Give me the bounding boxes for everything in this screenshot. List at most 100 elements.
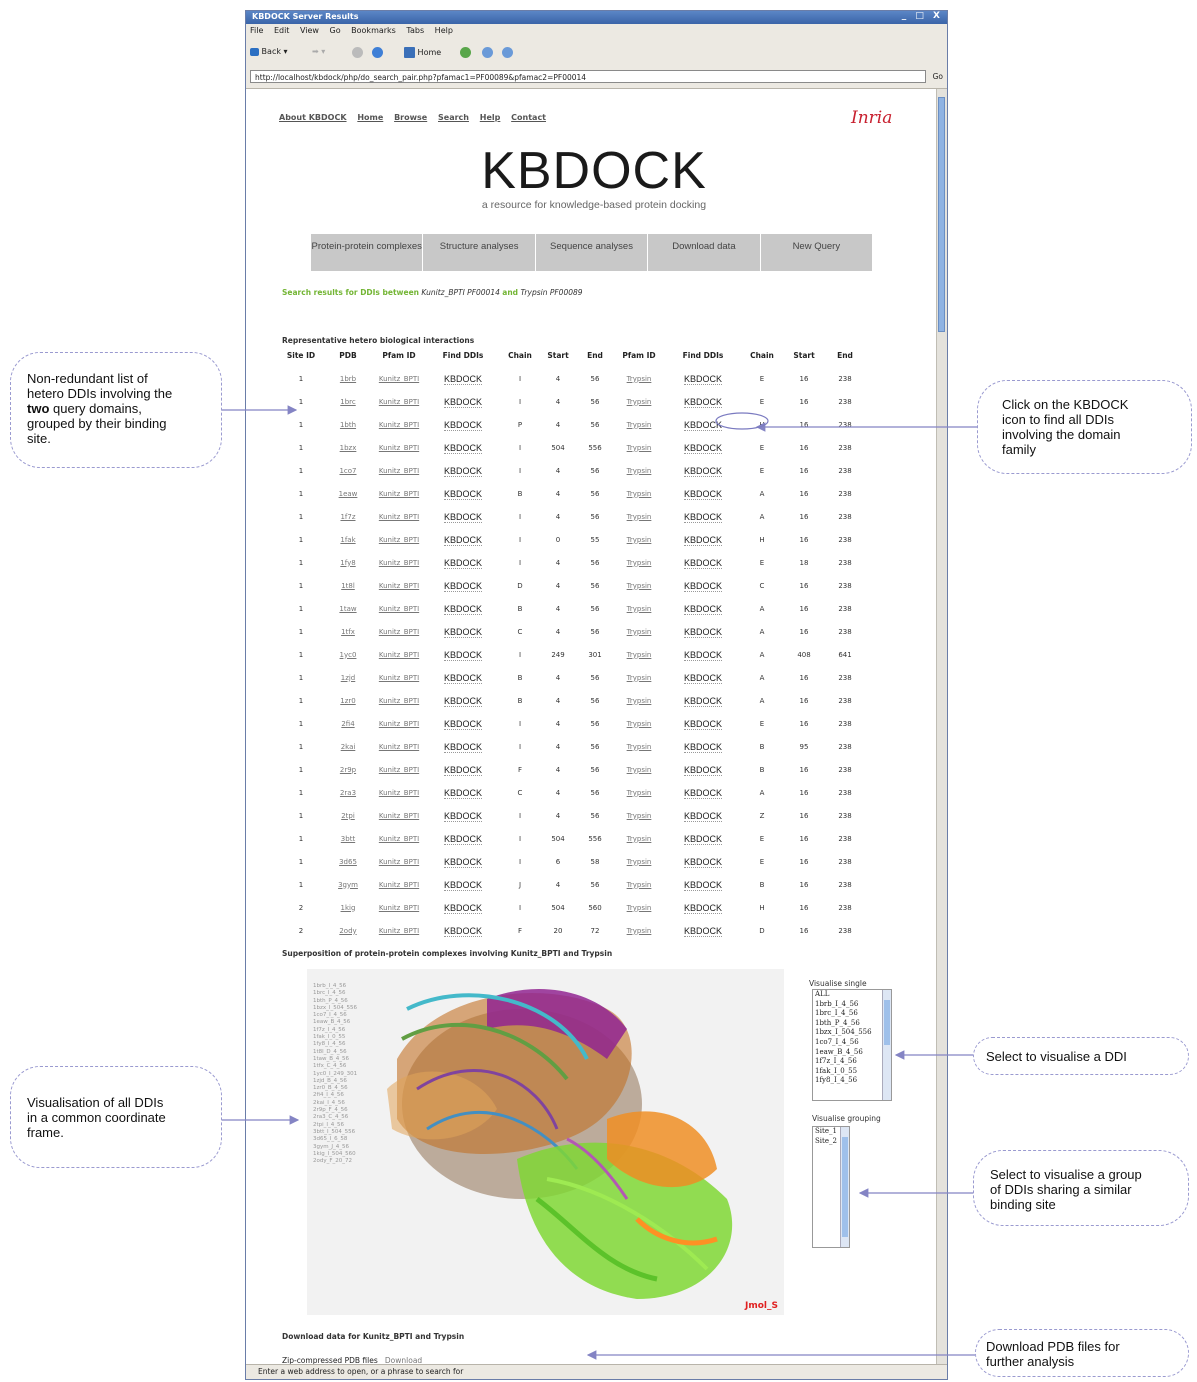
kbdock-button[interactable]: KBDOCK <box>683 695 722 707</box>
kbdock-button[interactable]: KBDOCK <box>443 741 482 753</box>
kbdock-button[interactable]: KBDOCK <box>683 764 722 776</box>
single-option[interactable]: 1co7_I_4_56 <box>813 1038 891 1048</box>
group-list-thumb[interactable] <box>842 1137 848 1237</box>
pfam-link[interactable]: Kunitz_BPTI <box>379 490 419 498</box>
pfam-link[interactable]: Trypsin <box>627 720 652 728</box>
tab-new-query[interactable]: New Query <box>760 234 873 271</box>
pfam-link[interactable]: Trypsin <box>627 513 652 521</box>
kbdock-button[interactable]: KBDOCK <box>683 442 722 454</box>
single-list-scrollbar[interactable] <box>882 990 891 1100</box>
single-option[interactable]: 1eaw_B_4_56 <box>813 1048 891 1058</box>
pfam-link[interactable]: Kunitz_BPTI <box>379 628 419 636</box>
stop-button[interactable] <box>352 47 363 58</box>
pfam-link[interactable]: Trypsin <box>627 375 652 383</box>
menu-edit[interactable]: Edit <box>274 26 290 35</box>
pfam-link[interactable]: Kunitz_BPTI <box>379 421 419 429</box>
pfam-link[interactable]: Trypsin <box>627 927 652 935</box>
single-option[interactable]: 1fy8_I_4_56 <box>813 1076 891 1086</box>
tab-sequence[interactable]: Sequence analyses <box>535 234 648 271</box>
kbdock-button[interactable]: KBDOCK <box>443 695 482 707</box>
pfam-link[interactable]: Kunitz_BPTI <box>379 697 419 705</box>
menu-go[interactable]: Go <box>330 26 341 35</box>
kbdock-button[interactable]: KBDOCK <box>683 741 722 753</box>
pdb-link[interactable]: 1fak <box>340 536 355 544</box>
pdb-link[interactable]: 2fi4 <box>341 720 354 728</box>
kbdock-button[interactable]: KBDOCK <box>443 419 482 431</box>
kbdock-button[interactable]: KBDOCK <box>443 649 482 661</box>
pfam-link[interactable]: Kunitz_BPTI <box>379 536 419 544</box>
kbdock-button[interactable]: KBDOCK <box>683 419 722 431</box>
pfam-link[interactable]: Trypsin <box>627 881 652 889</box>
nav-about[interactable]: About KBDOCK <box>279 113 347 122</box>
menu-help[interactable]: Help <box>435 26 453 35</box>
pdb-link[interactable]: 1taw <box>339 605 356 613</box>
kbdock-button[interactable]: KBDOCK <box>443 925 482 937</box>
tab-structure[interactable]: Structure analyses <box>423 234 535 271</box>
pdb-link[interactable]: 1eaw <box>339 490 358 498</box>
pdb-link[interactable]: 1brc <box>340 398 355 406</box>
pfam-link[interactable]: Kunitz_BPTI <box>379 398 419 406</box>
kbdock-button[interactable]: KBDOCK <box>683 373 722 385</box>
kbdock-button[interactable]: KBDOCK <box>443 672 482 684</box>
kbdock-button[interactable]: KBDOCK <box>443 373 482 385</box>
kbdock-button[interactable]: KBDOCK <box>443 787 482 799</box>
pdb-link[interactable]: 2ra3 <box>340 789 356 797</box>
kbdock-button[interactable]: KBDOCK <box>683 718 722 730</box>
pfam-link[interactable]: Trypsin <box>627 743 652 751</box>
nav-home[interactable]: Home <box>357 113 383 122</box>
pdb-link[interactable]: 1kig <box>341 904 356 912</box>
single-option[interactable]: 1fak_I_0_55 <box>813 1067 891 1077</box>
menu-bookmarks[interactable]: Bookmarks <box>351 26 396 35</box>
pfam-link[interactable]: Trypsin <box>627 812 652 820</box>
pdb-link[interactable]: 2tpi <box>341 812 355 820</box>
group-list-scrollbar[interactable] <box>840 1127 849 1247</box>
pfam-link[interactable]: Trypsin <box>627 605 652 613</box>
pfam-link[interactable]: Trypsin <box>627 904 652 912</box>
pdb-link[interactable]: 1f7z <box>340 513 355 521</box>
kbdock-button[interactable]: KBDOCK <box>443 603 482 615</box>
pdb-link[interactable]: 3d65 <box>339 858 357 866</box>
pdb-link[interactable]: 1brb <box>340 375 356 383</box>
pfam-link[interactable]: Trypsin <box>627 789 652 797</box>
menu-view[interactable]: View <box>300 26 319 35</box>
pdb-link[interactable]: 1zjd <box>341 674 356 682</box>
go-button[interactable]: Go <box>933 72 943 81</box>
kbdock-button[interactable]: KBDOCK <box>443 580 482 592</box>
pfam-link[interactable]: Kunitz_BPTI <box>379 927 419 935</box>
kbdock-button[interactable]: KBDOCK <box>443 534 482 546</box>
history-button[interactable] <box>460 47 471 58</box>
kbdock-button[interactable]: KBDOCK <box>443 465 482 477</box>
kbdock-button[interactable]: KBDOCK <box>683 833 722 845</box>
single-option[interactable]: 1bth_P_4_56 <box>813 1019 891 1029</box>
menu-tabs[interactable]: Tabs <box>406 26 424 35</box>
nav-help[interactable]: Help <box>480 113 501 122</box>
pfam-link[interactable]: Kunitz_BPTI <box>379 789 419 797</box>
kbdock-button[interactable]: KBDOCK <box>683 879 722 891</box>
url-input[interactable]: http://localhost/kbdock/php/do_search_pa… <box>250 70 926 83</box>
kbdock-button[interactable]: KBDOCK <box>683 580 722 592</box>
pdb-link[interactable]: 3gym <box>338 881 358 889</box>
kbdock-button[interactable]: KBDOCK <box>683 534 722 546</box>
kbdock-button[interactable]: KBDOCK <box>683 925 722 937</box>
kbdock-button[interactable]: KBDOCK <box>683 396 722 408</box>
reload-button[interactable] <box>372 47 383 58</box>
back-button[interactable]: Back ▾ <box>250 47 288 56</box>
kbdock-button[interactable]: KBDOCK <box>443 626 482 638</box>
menu-file[interactable]: File <box>250 26 263 35</box>
kbdock-button[interactable]: KBDOCK <box>683 511 722 523</box>
kbdock-button[interactable]: KBDOCK <box>683 787 722 799</box>
pfam-link[interactable]: Trypsin <box>627 582 652 590</box>
pdb-link[interactable]: 3btt <box>341 835 355 843</box>
nav-search[interactable]: Search <box>438 113 469 122</box>
pfam-link[interactable]: Kunitz_BPTI <box>379 559 419 567</box>
kbdock-button[interactable]: KBDOCK <box>443 856 482 868</box>
kbdock-button[interactable]: KBDOCK <box>443 902 482 914</box>
kbdock-button[interactable]: KBDOCK <box>683 810 722 822</box>
pfam-link[interactable]: Trypsin <box>627 858 652 866</box>
kbdock-button[interactable]: KBDOCK <box>443 511 482 523</box>
zoom-out-button[interactable] <box>502 47 513 58</box>
pfam-link[interactable]: Kunitz_BPTI <box>379 858 419 866</box>
pdb-link[interactable]: 1zr0 <box>340 697 355 705</box>
tab-download[interactable]: Download data <box>648 234 760 271</box>
single-option[interactable]: 1bzx_I_504_556 <box>813 1028 891 1038</box>
